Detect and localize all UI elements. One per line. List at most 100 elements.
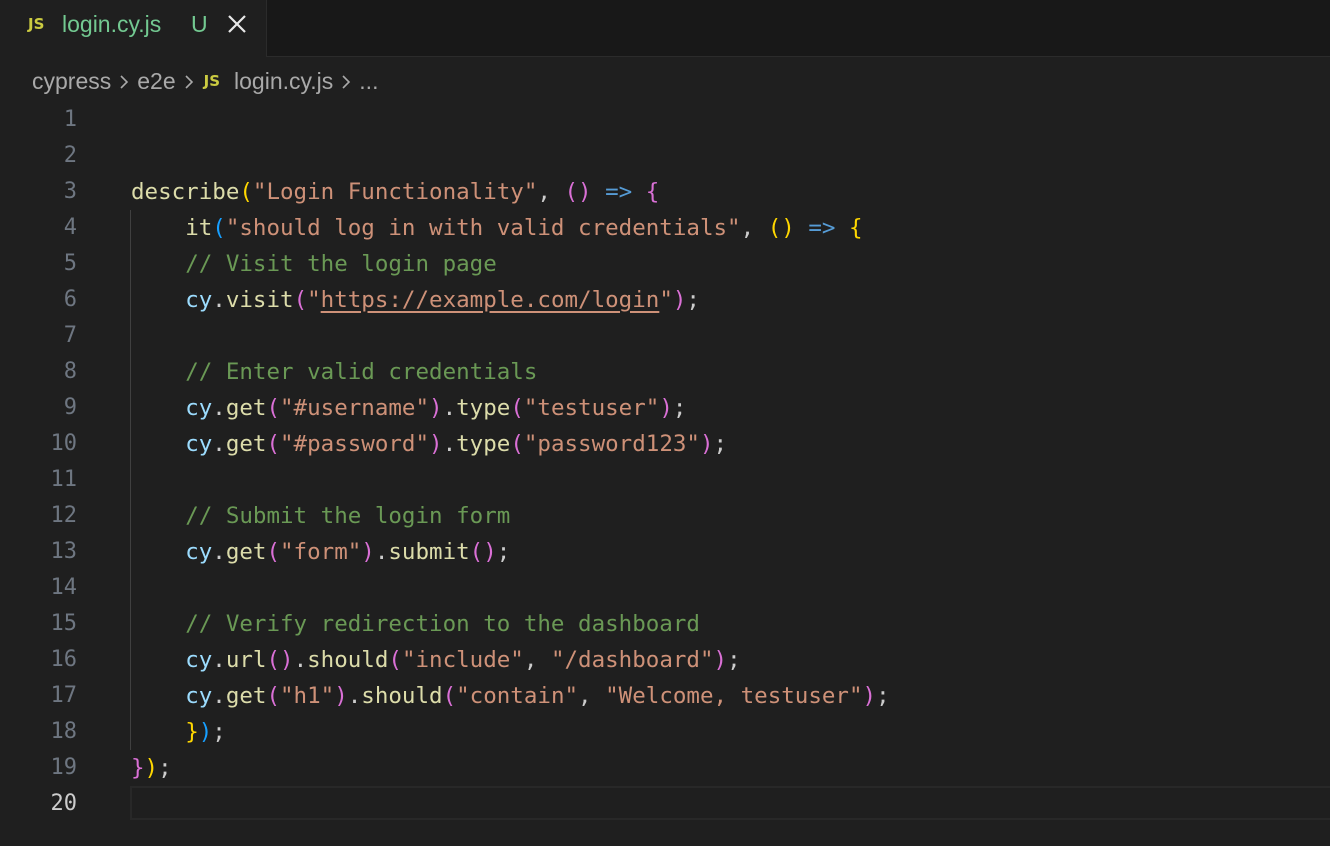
code-token: =>: [605, 179, 633, 205]
code-token: should: [361, 683, 443, 709]
code-token: "Welcome, testuser": [605, 683, 863, 709]
code-token: url: [225, 647, 267, 673]
code-token: get: [225, 539, 267, 565]
current-line-highlight: [130, 786, 1330, 820]
code-token: .: [347, 683, 362, 709]
code-line[interactable]: 11: [0, 462, 1330, 498]
code-token: ;: [727, 647, 741, 673]
editor-tab-login-cy-js[interactable]: JS login.cy.js U: [0, 0, 267, 57]
code-text: cy.visit("https://example.com/login");: [131, 282, 700, 318]
code-line[interactable]: 16 cy.url().should("include", "/dashboar…: [0, 642, 1330, 678]
chevron-right-icon: [335, 68, 357, 95]
code-line[interactable]: 9 cy.get("#username").type("testuser");: [0, 390, 1330, 426]
line-number: 18: [50, 719, 78, 744]
code-token: (: [266, 539, 281, 565]
code-line[interactable]: 6 cy.visit("https://example.com/login");: [0, 282, 1330, 318]
close-icon[interactable]: [226, 13, 248, 35]
code-line[interactable]: 7: [0, 318, 1330, 354]
code-token: ): [659, 395, 673, 421]
code-token: cy: [185, 683, 213, 709]
code-token: .: [293, 647, 308, 673]
code-line[interactable]: 20: [0, 786, 1330, 822]
code-line[interactable]: 8 // Enter valid credentials: [0, 354, 1330, 390]
code-token: "form": [280, 539, 362, 565]
code-text: describe("Login Functionality", () => {: [131, 174, 659, 210]
breadcrumb-item-symbols[interactable]: ...: [357, 68, 380, 95]
javascript-file-icon: JS: [203, 72, 221, 90]
code-token: .: [442, 431, 457, 457]
code-token: (): [767, 215, 795, 241]
code-token: cy: [185, 395, 213, 421]
breadcrumb: cypress e2e JS login.cy.js ...: [30, 66, 380, 96]
code-token: "include": [401, 647, 524, 673]
code-line[interactable]: 17 cy.get("h1").should("contain", "Welco…: [0, 678, 1330, 714]
code-token: "testuser": [523, 395, 660, 421]
line-number: 3: [63, 179, 77, 204]
line-number: 17: [50, 683, 78, 708]
code-token: {: [645, 179, 660, 205]
code-token: (): [469, 539, 497, 565]
code-token: ;: [713, 431, 728, 457]
code-token: (: [212, 215, 226, 241]
code-line[interactable]: 12 // Submit the login form: [0, 498, 1330, 534]
code-token: https://example.com/login: [320, 287, 660, 313]
line-number: 8: [63, 359, 77, 384]
code-line[interactable]: 1: [0, 102, 1330, 138]
javascript-file-icon: JS: [28, 15, 45, 33]
code-token: cy: [185, 287, 213, 313]
code-line[interactable]: 14: [0, 570, 1330, 606]
code-token: "password123": [523, 431, 700, 457]
code-token: // Submit the login form: [185, 503, 511, 529]
code-token: visit: [225, 287, 294, 313]
code-line[interactable]: 2: [0, 138, 1330, 174]
code-token: (: [442, 683, 457, 709]
code-token: ): [713, 647, 728, 673]
code-line[interactable]: 13 cy.get("form").submit();: [0, 534, 1330, 570]
code-token: get: [225, 431, 267, 457]
code-token: (: [266, 683, 281, 709]
code-token: .: [374, 539, 389, 565]
code-line[interactable]: 18 });: [0, 714, 1330, 750]
code-token: ;: [876, 683, 890, 709]
code-token: get: [225, 683, 267, 709]
code-token: =>: [808, 215, 836, 241]
code-token: (: [293, 287, 308, 313]
code-line[interactable]: 4 it("should log in with valid credentia…: [0, 210, 1330, 246]
code-token: (): [564, 179, 592, 205]
code-text: });: [131, 714, 226, 750]
breadcrumb-item-cypress[interactable]: cypress: [30, 68, 113, 95]
code-text: it("should log in with valid credentials…: [131, 210, 862, 246]
code-token: ): [334, 683, 348, 709]
code-token: .: [442, 395, 457, 421]
code-token: ): [429, 431, 443, 457]
code-token: it: [185, 215, 213, 241]
code-token: get: [225, 395, 267, 421]
line-number: 10: [50, 431, 78, 456]
code-line[interactable]: 3 describe("Login Functionality", () => {: [0, 174, 1330, 210]
code-line[interactable]: 10 cy.get("#password").type("password123…: [0, 426, 1330, 462]
line-number: 15: [50, 611, 78, 636]
code-editor[interactable]: 1 2 3 describe("Login Functionality", () =>…: [0, 102, 1330, 846]
code-token: describe: [131, 179, 240, 205]
code-text: cy.get("h1").should("contain", "Welcome,…: [131, 678, 890, 714]
line-number: 13: [50, 539, 78, 564]
line-number: 2: [63, 143, 77, 168]
code-line[interactable]: 15 // Verify redirection to the dashboar…: [0, 606, 1330, 642]
code-line[interactable]: 19});: [0, 750, 1330, 786]
code-line[interactable]: 5 // Visit the login page: [0, 246, 1330, 282]
breadcrumb-item-e2e[interactable]: e2e: [135, 68, 177, 95]
code-token: (): [266, 647, 294, 673]
breadcrumb-item-file[interactable]: login.cy.js: [232, 68, 335, 95]
line-number: 7: [63, 323, 77, 348]
code-token: // Enter valid credentials: [185, 359, 538, 385]
